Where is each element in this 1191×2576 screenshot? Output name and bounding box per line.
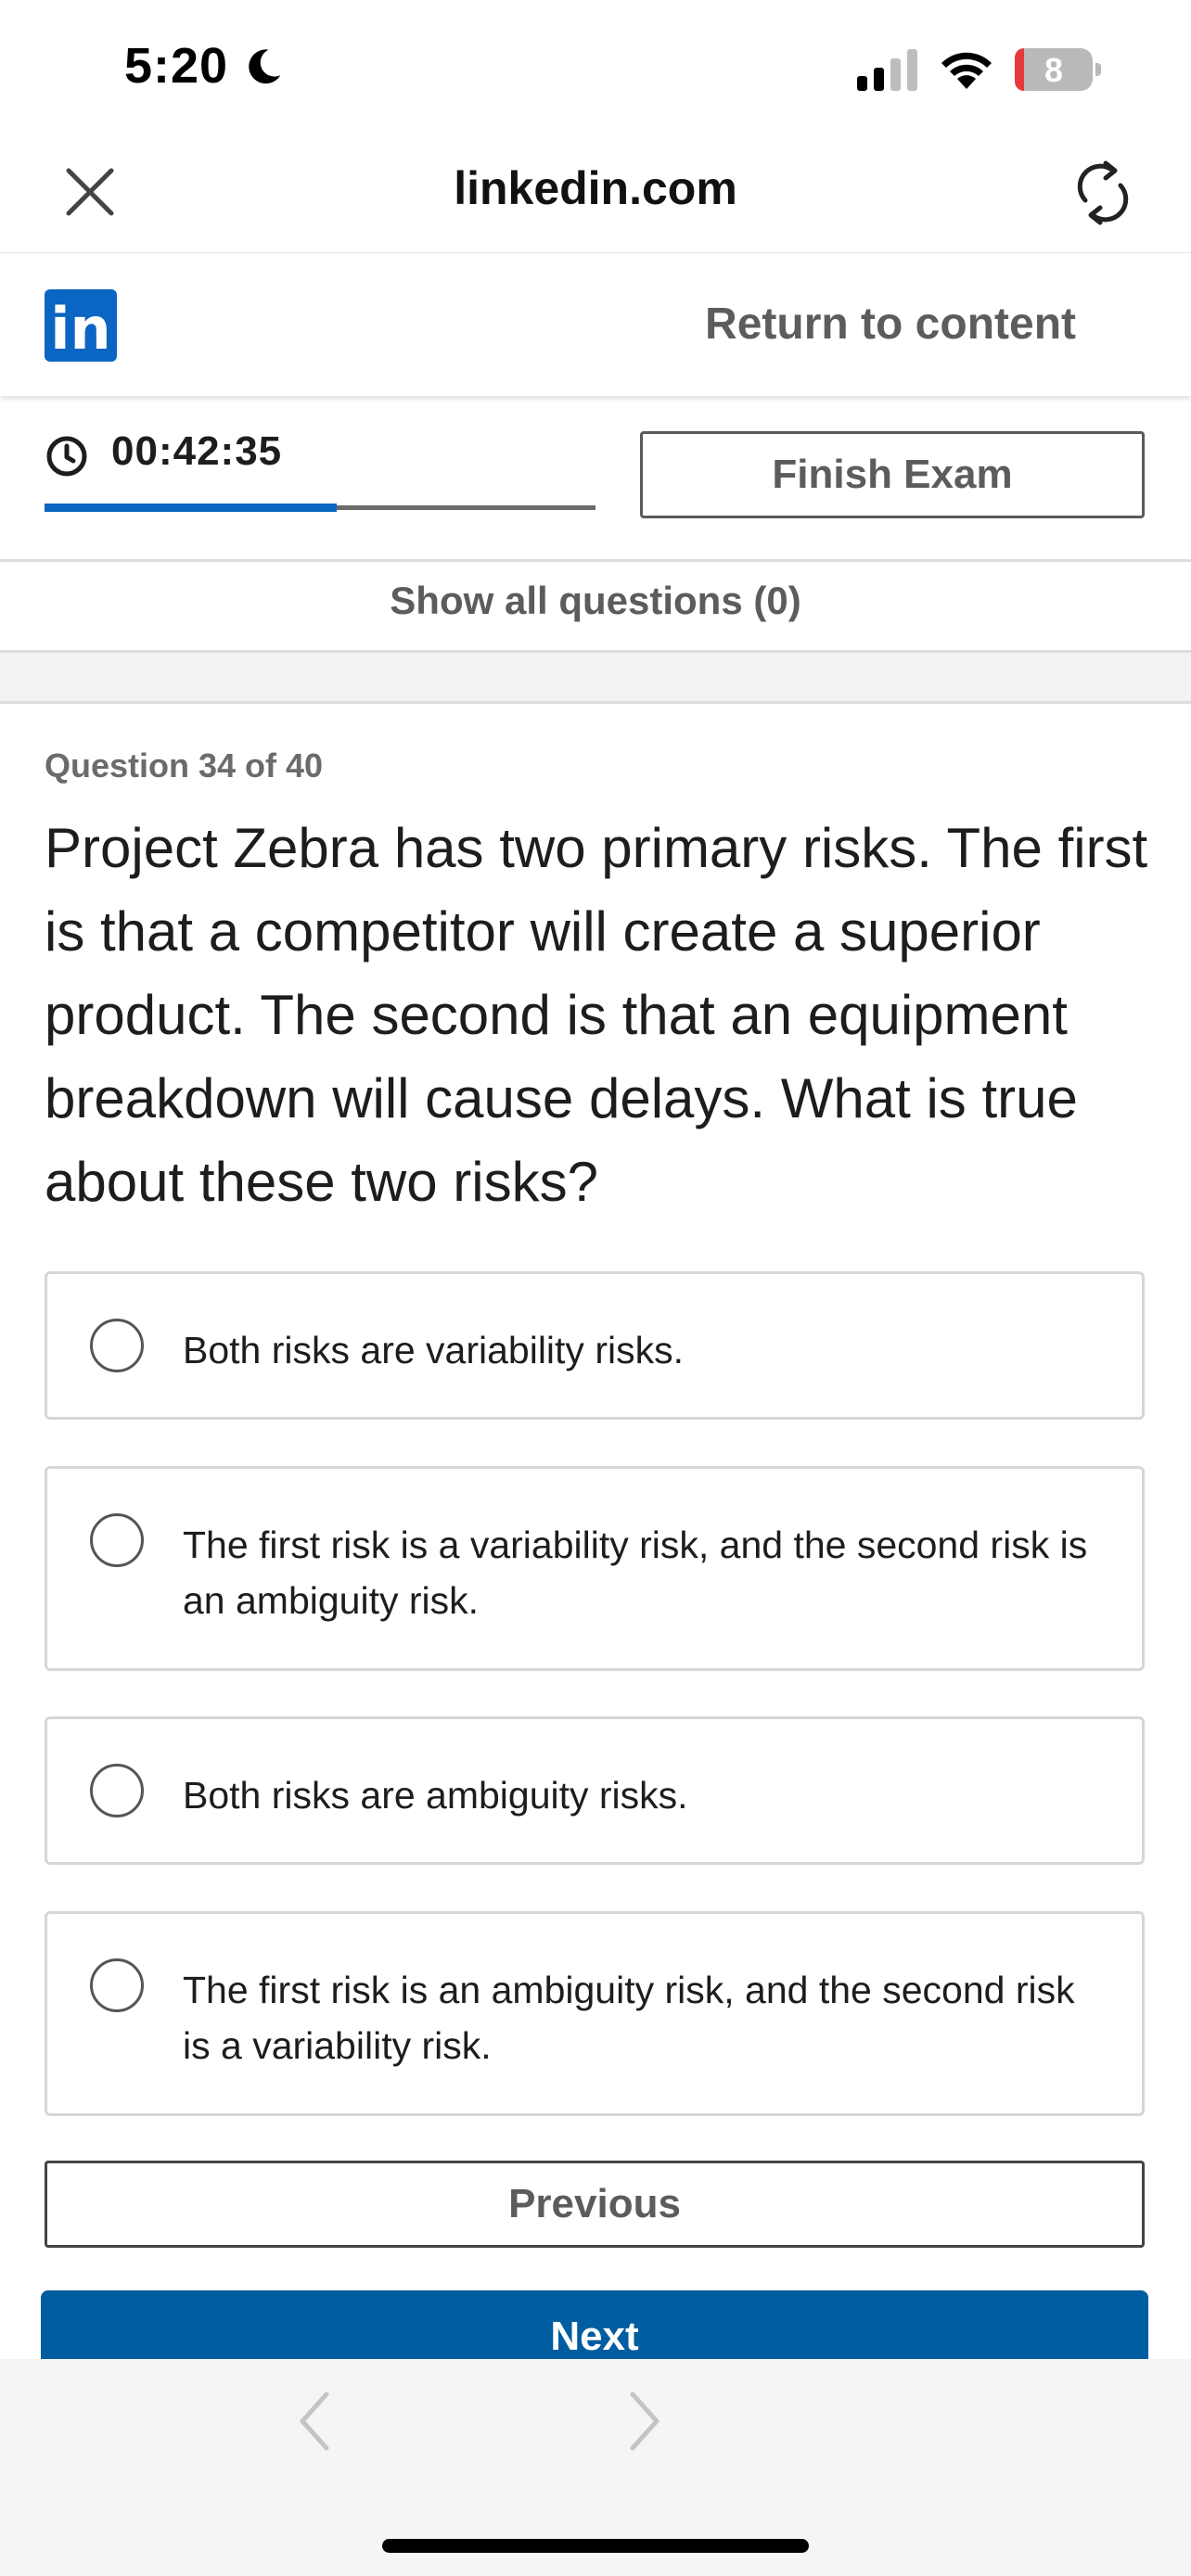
section-separator xyxy=(0,650,1191,704)
answer-option-3[interactable]: Both risks are ambiguity risks. xyxy=(45,1716,1145,1865)
answer-option-4[interactable]: The first risk is an ambiguity risk, and… xyxy=(45,1911,1145,2116)
home-indicator[interactable] xyxy=(382,2539,809,2553)
battery-indicator: 8 xyxy=(1015,48,1104,91)
cellular-signal-icon xyxy=(857,49,917,91)
radio-button[interactable] xyxy=(90,1958,144,2012)
forward-arrow-icon[interactable] xyxy=(627,2391,664,2452)
wifi-icon xyxy=(941,52,992,89)
answer-option-label: Both risks are ambiguity risks. xyxy=(183,1774,688,1817)
exam-progress-bar xyxy=(45,504,596,512)
return-to-content-link[interactable]: Return to content xyxy=(705,299,1076,350)
finish-exam-button[interactable]: Finish Exam xyxy=(640,431,1145,518)
answer-option-label: The first risk is an ambiguity risk, and… xyxy=(183,1969,1075,2067)
radio-button[interactable] xyxy=(90,1319,144,1372)
question-text: Project Zebra has two primary risks. The… xyxy=(45,817,1148,1213)
clock-icon xyxy=(46,436,87,477)
answer-option-1[interactable]: Both risks are variability risks. xyxy=(45,1271,1145,1420)
status-time: 5:20 xyxy=(124,38,229,94)
battery-level: 8 xyxy=(1044,51,1064,89)
radio-button[interactable] xyxy=(90,1513,144,1567)
exam-timer: 00:42:35 xyxy=(111,428,283,474)
question-counter: Question 34 of 40 xyxy=(45,746,324,784)
back-arrow-icon[interactable] xyxy=(295,2391,332,2452)
page-url: linkedin.com xyxy=(454,162,737,214)
linkedin-logo[interactable]: in xyxy=(45,289,117,363)
radio-button[interactable] xyxy=(90,1764,144,1817)
answer-option-label: Both risks are variability risks. xyxy=(183,1329,684,1371)
answer-option-2[interactable]: The first risk is a variability risk, an… xyxy=(45,1466,1145,1671)
moon-icon xyxy=(249,49,281,84)
answer-option-label: The first risk is a variability risk, an… xyxy=(183,1524,1088,1622)
show-all-questions-button[interactable]: Show all questions (0) xyxy=(0,579,1191,623)
refresh-icon[interactable] xyxy=(1072,158,1133,228)
previous-button[interactable]: Previous xyxy=(45,2161,1145,2248)
divider xyxy=(0,559,1191,562)
exam-progress-fill xyxy=(45,504,337,512)
